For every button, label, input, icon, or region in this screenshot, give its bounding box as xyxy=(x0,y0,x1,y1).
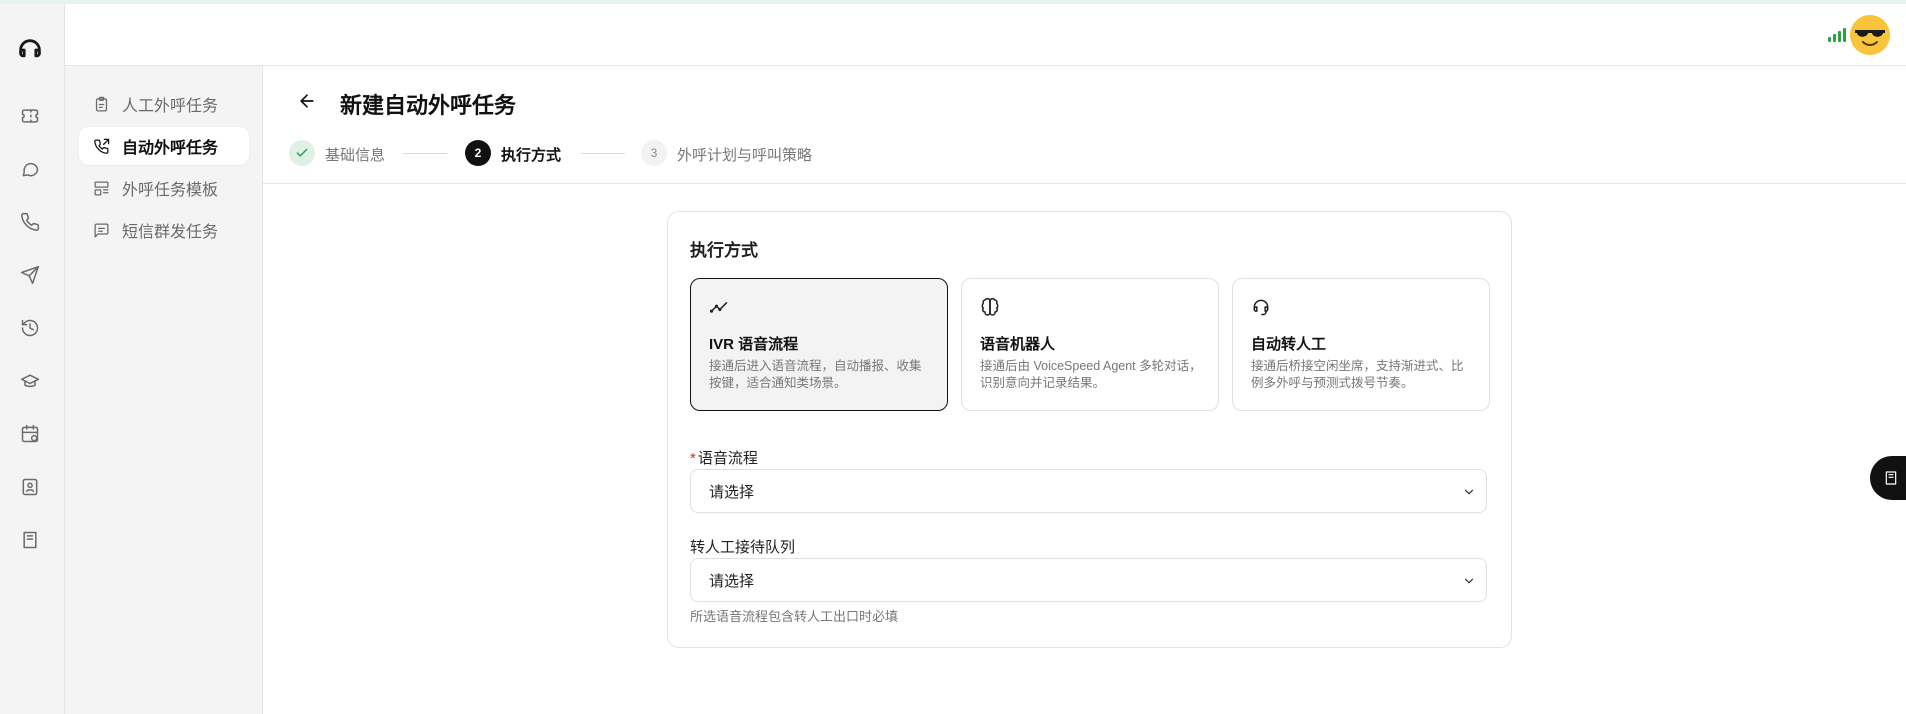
voice-flow-label: * 语音流程 xyxy=(690,450,758,467)
phone-outgoing-icon xyxy=(94,138,110,154)
graduation-cap-icon[interactable] xyxy=(16,367,44,395)
layout-template-icon xyxy=(94,180,109,196)
top-header xyxy=(65,4,1906,66)
clipboard-icon xyxy=(95,96,108,112)
book-icon xyxy=(1885,471,1897,485)
option-title: 自动转人工 xyxy=(1251,336,1327,353)
queue-select[interactable]: 请选择 xyxy=(690,558,1487,602)
ticket-icon[interactable] xyxy=(16,102,44,130)
step-label-basic-info[interactable]: 基础信息 xyxy=(325,144,385,165)
subnav-item-label: 外呼任务模板 xyxy=(122,182,219,199)
required-mark: * xyxy=(690,450,696,467)
chat-bubble-icon[interactable] xyxy=(16,155,44,183)
app-rail xyxy=(0,4,65,714)
trend-line-icon xyxy=(709,297,729,317)
message-square-icon xyxy=(94,222,109,238)
subnav-item-label: 自动外呼任务 xyxy=(122,140,219,157)
queue-select-value: 请选择 xyxy=(709,572,755,590)
option-desc: 接通后桥接空闲坐席，支持渐进式、比例多外呼与预测式拨号节奏。 xyxy=(1251,359,1464,390)
step-connector xyxy=(581,153,625,154)
execution-mode-card: 执行方式 IVR 语音流程 接通后进入语音流程，自动播报、收集按键，适合通知类场… xyxy=(667,211,1512,648)
book-icon[interactable] xyxy=(16,526,44,554)
option-voice-robot[interactable]: 语音机器人 接通后由 VoiceSpeed Agent 多轮对话，识别意向并记录… xyxy=(961,278,1219,411)
voice-flow-select[interactable]: 请选择 xyxy=(690,469,1487,513)
send-icon[interactable] xyxy=(16,261,44,289)
floating-docs-button[interactable] xyxy=(1870,456,1906,500)
signal-strength-icon xyxy=(1828,28,1846,42)
option-desc: 接通后进入语音流程，自动播报、收集按键，适合通知类场景。 xyxy=(709,359,922,390)
headset-logo-icon[interactable] xyxy=(16,36,44,64)
step-number-current: 2 xyxy=(465,140,491,166)
chevron-down-icon xyxy=(1462,574,1476,588)
calendar-clock-icon[interactable] xyxy=(16,420,44,448)
step-connector xyxy=(403,153,447,154)
voice-flow-select-value: 请选择 xyxy=(709,483,755,501)
subnav-item-label: 短信群发任务 xyxy=(122,224,219,241)
card-title: 执行方式 xyxy=(690,241,758,260)
option-ivr-flow[interactable]: IVR 语音流程 接通后进入语音流程，自动播报、收集按键，适合通知类场景。 xyxy=(690,278,948,411)
option-desc: 接通后由 VoiceSpeed Agent 多轮对话，识别意向并记录结果。 xyxy=(980,359,1202,390)
subnav-item-label: 人工外呼任务 xyxy=(122,98,219,115)
queue-hint: 所选语音流程包含转人工出口时必填 xyxy=(690,609,899,624)
queue-label: 转人工接待队列 xyxy=(690,539,796,556)
chevron-down-icon xyxy=(1462,485,1476,499)
avatar[interactable] xyxy=(1850,15,1890,55)
sub-sidebar: 人工外呼任务 自动外呼任务 外呼任务模板 短信群发任务 xyxy=(65,66,263,714)
subnav-item-call-template[interactable]: 外呼任务模板 xyxy=(79,169,249,207)
step-done-check-icon xyxy=(289,140,315,166)
phone-icon[interactable] xyxy=(16,208,44,236)
contacts-book-icon[interactable] xyxy=(16,473,44,501)
header-divider xyxy=(263,183,1906,184)
subnav-item-auto-call[interactable]: 自动外呼任务 xyxy=(79,127,249,165)
history-icon[interactable] xyxy=(16,314,44,342)
subnav-item-sms-broadcast[interactable]: 短信群发任务 xyxy=(79,211,249,249)
subnav-item-manual-call[interactable]: 人工外呼任务 xyxy=(79,85,249,123)
step-label-call-plan[interactable]: 外呼计划与呼叫策略 xyxy=(677,144,812,165)
headset-icon xyxy=(1251,297,1271,317)
option-title: 语音机器人 xyxy=(980,336,1056,353)
back-button[interactable] xyxy=(297,91,321,115)
option-title: IVR 语音流程 xyxy=(709,336,799,353)
step-number-pending: 3 xyxy=(641,140,667,166)
arrow-left-icon xyxy=(300,94,314,108)
option-auto-transfer[interactable]: 自动转人工 接通后桥接空闲坐席，支持渐进式、比例多外呼与预测式拨号节奏。 xyxy=(1232,278,1490,411)
brain-icon xyxy=(980,297,1000,317)
page-title: 新建自动外呼任务 xyxy=(340,93,517,118)
step-label-execution[interactable]: 执行方式 xyxy=(501,144,561,165)
